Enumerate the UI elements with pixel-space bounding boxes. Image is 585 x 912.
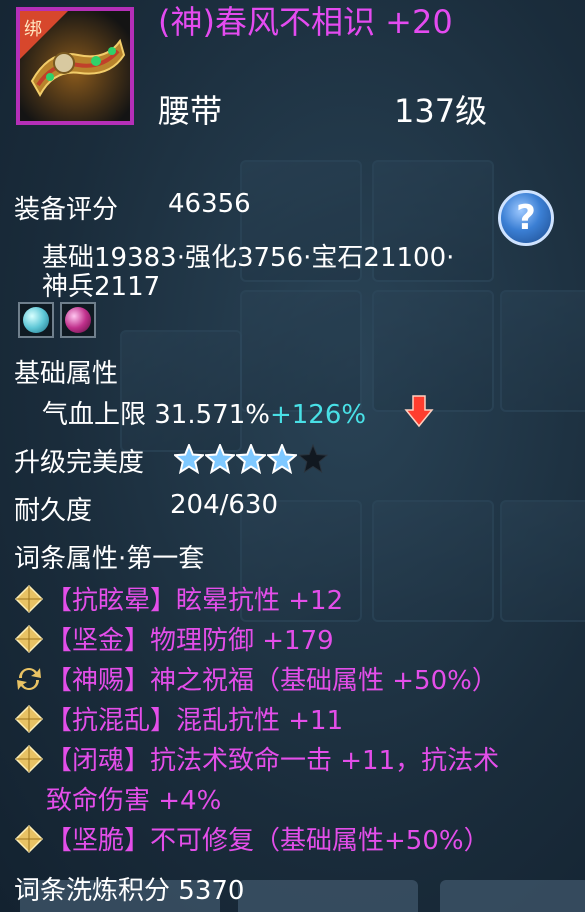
gem-slot-1[interactable] xyxy=(18,302,54,338)
diamond-icon xyxy=(14,824,44,854)
item-title: (神)春风不相识 +20 xyxy=(158,3,453,41)
durability-value: 204/630 xyxy=(170,490,279,520)
refine-label: 词条洗炼积分 xyxy=(14,876,171,906)
affix-item: 【坚金】物理防御 +179 xyxy=(46,626,334,656)
bg-button xyxy=(440,880,585,912)
bg-slot xyxy=(120,330,242,452)
diamond-icon xyxy=(14,704,44,734)
base-attr-label: 基础属性 xyxy=(14,359,119,389)
magenta-gem-icon xyxy=(65,307,91,333)
item-level: 137级 xyxy=(394,92,488,130)
help-button[interactable]: ? xyxy=(498,190,554,246)
star-filled-icon xyxy=(205,444,235,474)
refresh-icon xyxy=(17,668,41,690)
item-type: 腰带 xyxy=(158,92,223,130)
durability-label: 耐久度 xyxy=(14,496,93,526)
help-label: ? xyxy=(516,198,536,238)
star-empty-icon xyxy=(298,444,328,474)
gem-slot-2[interactable] xyxy=(60,302,96,338)
refine-value: 5370 xyxy=(178,876,245,906)
bound-label: 绑 xyxy=(24,19,42,40)
base-attr-stat: 气血上限 31.571%+126% xyxy=(42,394,366,431)
diamond-icon xyxy=(14,584,44,614)
bg-slot xyxy=(372,500,494,622)
bg-slot xyxy=(500,500,585,622)
score-value: 46356 xyxy=(168,189,251,219)
affix-item-continuation: 致命伤害 +4% xyxy=(46,786,222,816)
affix-item: 【神赐】神之祝福（基础属性 +50%） xyxy=(46,666,498,696)
score-label: 装备评分 xyxy=(14,195,119,225)
arrow-down-icon xyxy=(404,395,434,428)
affix-item: 【闭魂】抗法术致命一击 +11，抗法术 xyxy=(46,746,500,776)
affix-item: 【抗混乱】混乱抗性 +11 xyxy=(46,706,344,736)
star-filled-icon xyxy=(174,444,204,474)
perfection-label: 升级完美度 xyxy=(14,448,145,478)
base-attr-bonus: +126% xyxy=(269,400,367,430)
affix-item: 【抗眩晕】眩晕抗性 +12 xyxy=(46,586,344,616)
affix-item: 【坚脆】不可修复（基础属性+50%） xyxy=(46,826,490,856)
star-filled-icon xyxy=(267,444,297,474)
affixes-label: 词条属性·第一套 xyxy=(14,544,205,574)
score-breakdown-line2: 神兵2117 xyxy=(42,272,161,302)
refine-points: 词条洗炼积分 5370 xyxy=(14,870,244,907)
cyan-gem-icon xyxy=(23,307,49,333)
bg-button xyxy=(238,880,418,912)
star-filled-icon xyxy=(236,444,266,474)
diamond-icon xyxy=(14,744,44,774)
bg-slot xyxy=(500,290,585,412)
base-attr-stat-text: 气血上限 31.571% xyxy=(42,400,270,430)
diamond-icon xyxy=(14,624,44,654)
item-icon-frame[interactable]: 绑 xyxy=(16,7,134,125)
equipment-tooltip: 绑 (神)春风不相识 +20 腰带 137级 ? 装备评分 46356 基础19… xyxy=(0,0,585,912)
